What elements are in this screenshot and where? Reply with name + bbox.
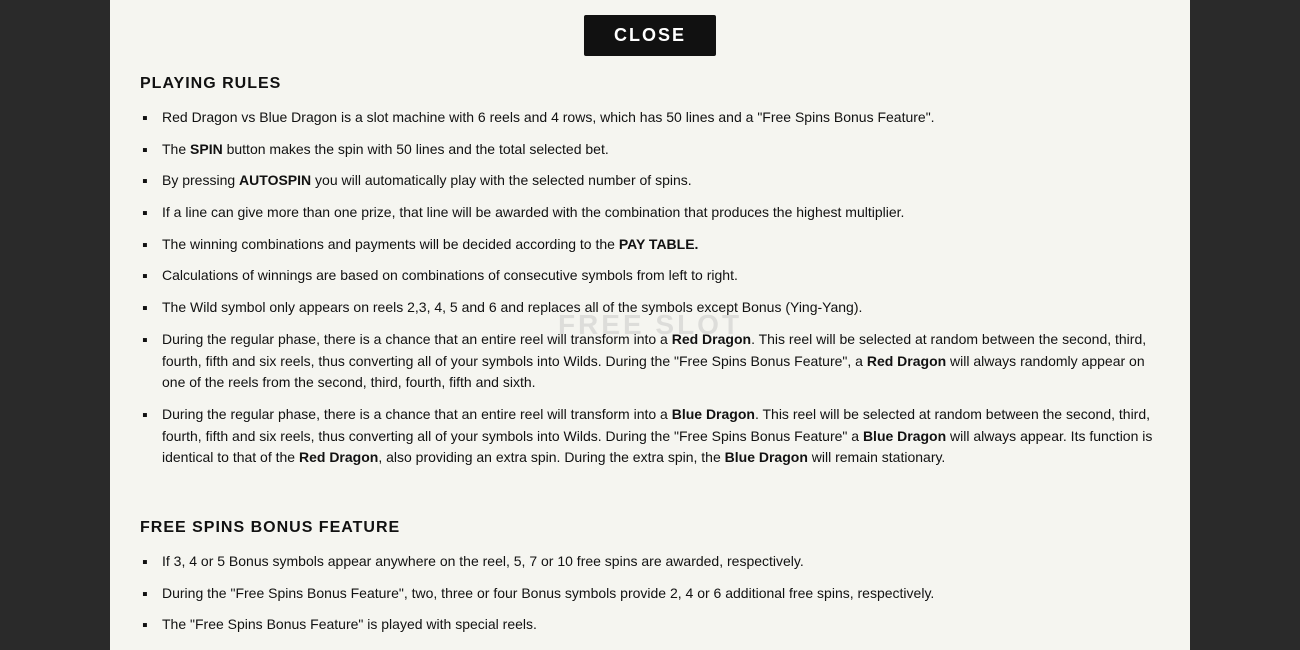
bold-blue-dragon-1: Blue Dragon [672,406,755,422]
content-area: CLOSE PLAYING RULES Red Dragon vs Blue D… [110,0,1190,650]
list-item: By pressing AUTOSPIN you will automatica… [140,170,1160,192]
list-item: The winning combinations and payments wi… [140,234,1160,256]
outer-background: CLOSE PLAYING RULES Red Dragon vs Blue D… [0,0,1300,650]
bold-paytable: PAY TABLE. [619,236,699,252]
list-item: If 3, 4 or 5 Bonus symbols appear anywhe… [140,551,1160,573]
bold-blue-dragon-3: Blue Dragon [725,449,808,465]
bold-red-dragon-1: Red Dragon [672,331,751,347]
list-item: During the regular phase, there is a cha… [140,329,1160,394]
free-spins-list: If 3, 4 or 5 Bonus symbols appear anywhe… [140,551,1160,636]
list-item: During the regular phase, there is a cha… [140,404,1160,469]
bold-spin: SPIN [190,141,223,157]
bold-red-dragon-3: Red Dragon [299,449,378,465]
side-panel-left [0,0,110,650]
bold-red-dragon-2: Red Dragon [867,353,946,369]
list-item: Calculations of winnings are based on co… [140,265,1160,287]
list-item: If a line can give more than one prize, … [140,202,1160,224]
bold-autospin: AUTOSPIN [239,172,311,188]
bold-blue-dragon-2: Blue Dragon [863,428,946,444]
side-panel-right [1190,0,1300,650]
playing-rules-list: Red Dragon vs Blue Dragon is a slot mach… [140,107,1160,469]
close-button[interactable]: CLOSE [584,15,716,56]
free-spins-title: FREE SPINS BONUS FEATURE [140,519,1160,537]
list-item: Red Dragon vs Blue Dragon is a slot mach… [140,107,1160,129]
playing-rules-title: PLAYING RULES [140,75,1160,93]
list-item: During the "Free Spins Bonus Feature", t… [140,583,1160,605]
list-item: The SPIN button makes the spin with 50 l… [140,139,1160,161]
list-item: The Wild symbol only appears on reels 2,… [140,297,1160,319]
list-item: The "Free Spins Bonus Feature" is played… [140,614,1160,636]
